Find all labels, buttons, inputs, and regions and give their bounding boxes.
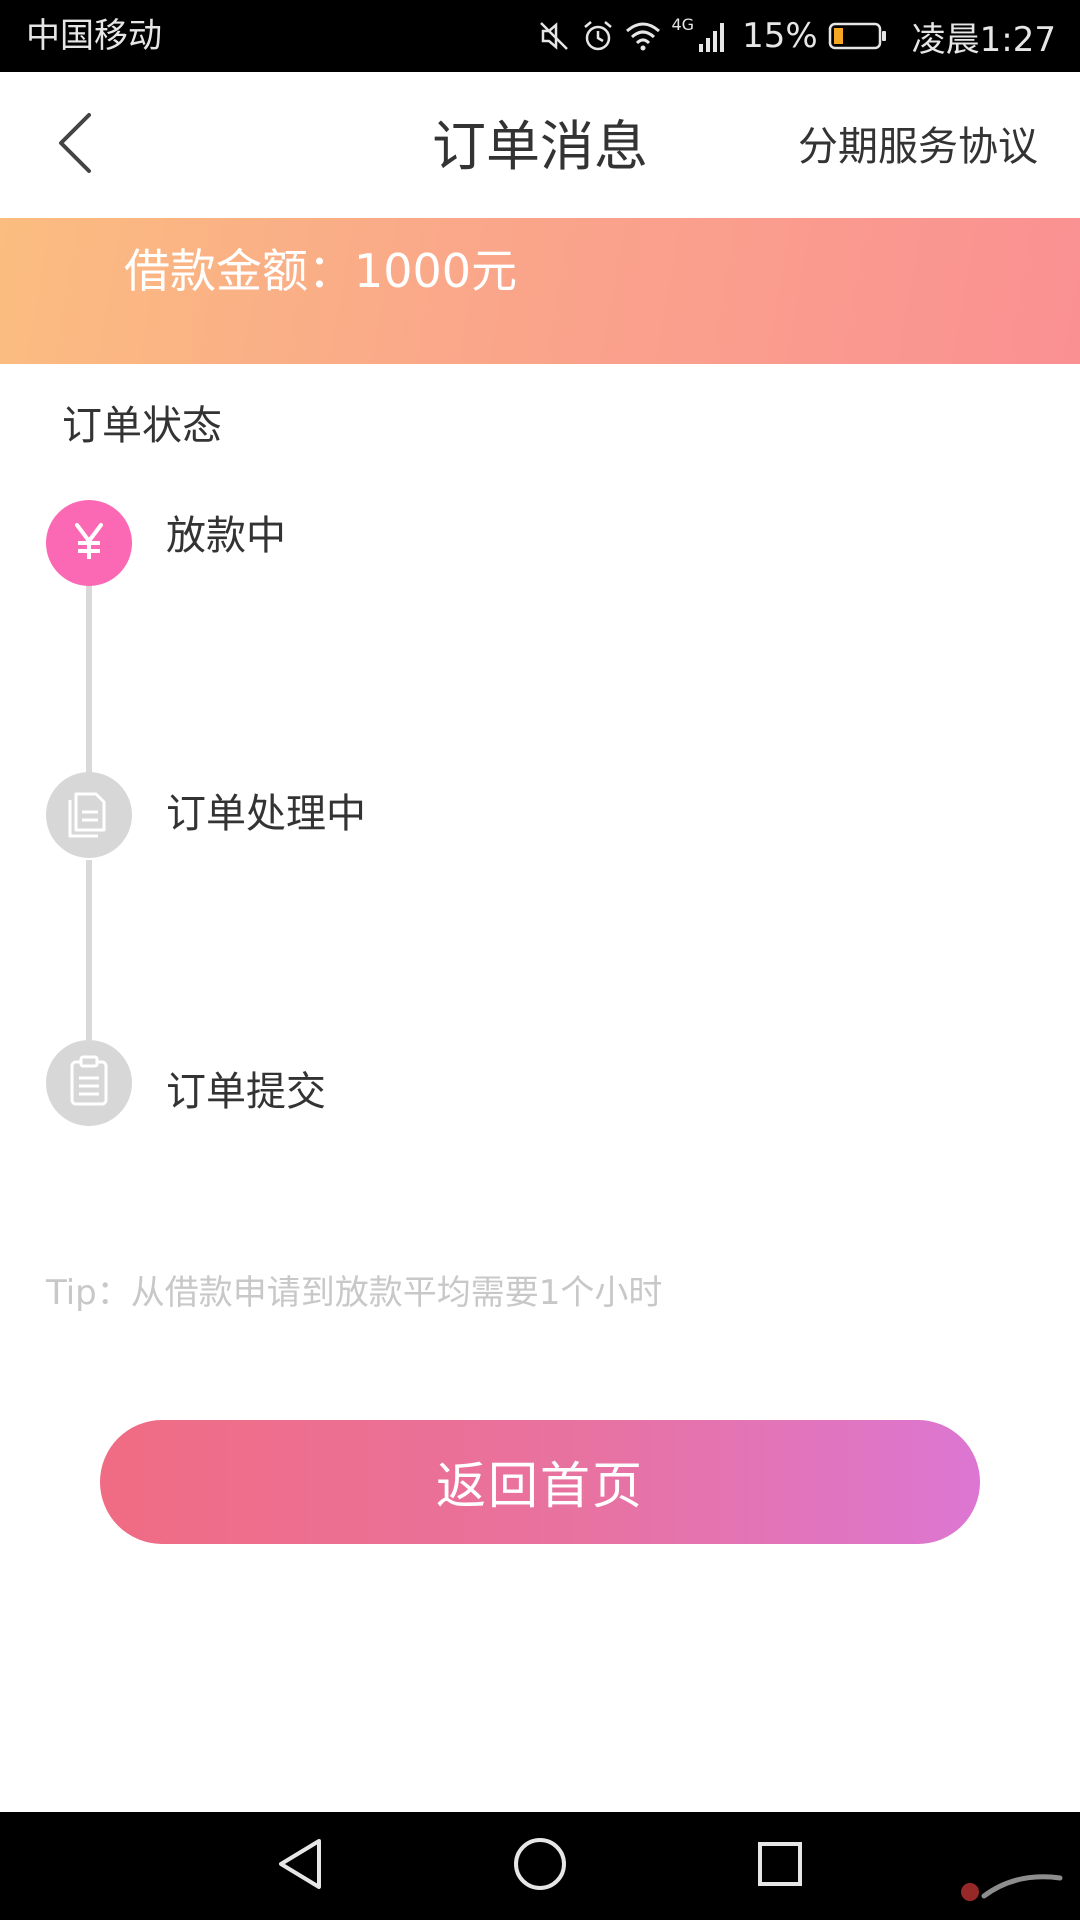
battery-percent: 15% [742, 16, 818, 56]
wifi-icon [625, 21, 661, 51]
return-home-label: 返回首页 [436, 1457, 644, 1515]
step-status-icon [46, 500, 132, 586]
return-home-button[interactable]: 返回首页 [100, 1420, 980, 1544]
status-icons: 4G 15% 凌晨1:27 [537, 14, 1056, 60]
timeline-connector [86, 860, 92, 1040]
status-bar: 中国移动 4G 15% 凌晨1:27 [0, 0, 1080, 72]
clipboard-icon [64, 1054, 114, 1112]
timeline-connector [86, 584, 92, 774]
tip-text: Tip：从借款申请到放款平均需要1个小时 [46, 1273, 663, 1313]
order-status-title: 订单状态 [62, 403, 222, 449]
loan-amount-banner: 借款金额：1000元 [0, 218, 1080, 364]
signal-icon [698, 20, 728, 52]
loan-amount-text: 借款金额：1000元 [124, 244, 518, 298]
yen-icon [67, 519, 111, 567]
back-triangle-icon [275, 1837, 325, 1895]
clock: 凌晨1:27 [911, 19, 1056, 60]
system-nav-bar [0, 1812, 1080, 1920]
alarm-icon [581, 19, 615, 53]
step-label: 订单提交 [166, 1069, 326, 1115]
network-type: 4G [671, 14, 695, 34]
documents-icon [62, 786, 116, 844]
system-home-button[interactable] [510, 1836, 570, 1896]
home-circle-icon [512, 1836, 568, 1896]
battery-icon [828, 21, 888, 51]
recents-square-icon [755, 1839, 805, 1893]
installment-agreement-link[interactable]: 分期服务协议 [798, 120, 1038, 174]
watermark-logo [956, 1862, 1066, 1912]
system-recents-button[interactable] [750, 1836, 810, 1896]
system-back-button[interactable] [270, 1836, 330, 1896]
nav-bar: 订单消息 分期服务协议 [0, 72, 1080, 218]
step-label: 放款中 [166, 513, 286, 559]
mute-icon [537, 19, 571, 53]
step-label: 订单处理中 [166, 791, 366, 837]
step-status-icon [46, 772, 132, 858]
carrier-name: 中国移动 [26, 16, 162, 56]
step-status-icon [46, 1040, 132, 1126]
